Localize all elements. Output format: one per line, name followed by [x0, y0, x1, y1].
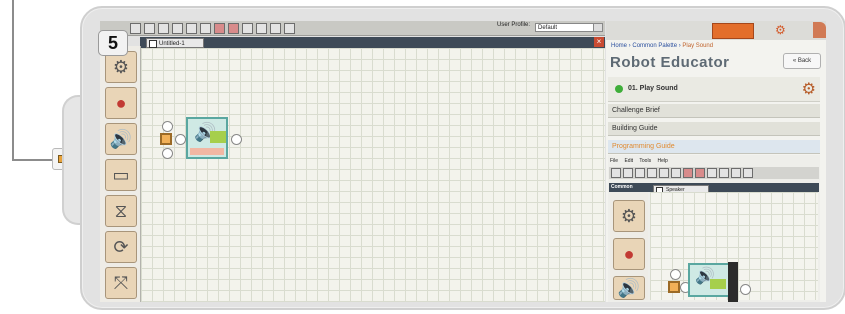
switch-block-icon[interactable]: ⤧: [105, 267, 137, 299]
mini-new-icon: [611, 168, 621, 178]
chevron-down-icon: [593, 24, 602, 31]
callout-line-vertical: [12, 0, 14, 160]
mini-open-icon: [623, 168, 633, 178]
open-icon[interactable]: [144, 22, 155, 34]
mini-output-port: [740, 284, 751, 295]
menu-file[interactable]: File: [610, 158, 618, 164]
breadcrumb-home[interactable]: Home: [611, 43, 627, 49]
building-guide-link[interactable]: Building Guide: [608, 122, 820, 136]
pan-icon[interactable]: [256, 22, 267, 34]
lesson-header: 01. Play Sound ⚙: [608, 77, 820, 102]
panel-title: Robot Educator: [610, 54, 730, 71]
mini-pointer-icon: [707, 168, 717, 178]
sequence-beam-port: [175, 134, 186, 145]
copy-icon[interactable]: [186, 22, 197, 34]
programming-guide-link[interactable]: Programming Guide: [608, 140, 820, 154]
mini-toolbar: [609, 167, 819, 179]
loop-block-icon[interactable]: ⟳: [105, 231, 137, 263]
sound-wave-icon: [210, 131, 226, 143]
programming-palette: ⚙ ● 🔊 ▭ ⧖ ⟳ ⤧: [100, 46, 141, 302]
breadcrumb-current: Play Sound: [682, 43, 714, 49]
tab-label: Untitled-1: [159, 41, 185, 47]
breadcrumb: Home › Common Palette › Play Sound: [611, 43, 713, 49]
undo-icon[interactable]: [214, 22, 225, 34]
sound-block-icon[interactable]: 🔊: [105, 123, 137, 155]
callout-line-horizontal: [12, 159, 54, 161]
mini-cursor-bar: [728, 262, 738, 302]
menu-tools[interactable]: Tools: [639, 158, 651, 164]
tab-untitled[interactable]: Untitled-1: [146, 38, 204, 48]
mini-custom-icon: [743, 168, 753, 178]
panel-corner-handle: [813, 22, 826, 38]
pointer-icon[interactable]: [242, 22, 253, 34]
sequence-port-top: [162, 121, 173, 132]
mini-tab-strip: [609, 183, 819, 192]
mini-pan-icon: [719, 168, 729, 178]
mini-sound-wave-icon: [710, 279, 726, 289]
back-button[interactable]: « Back: [783, 53, 821, 69]
close-document-button[interactable]: ×: [594, 37, 604, 47]
lesson-title: 01. Play Sound: [628, 85, 678, 92]
mini-palette-label: Common: [611, 184, 633, 190]
mini-copy-icon: [659, 168, 669, 178]
breadcrumb-palette[interactable]: Common Palette: [632, 43, 677, 49]
tab-robot-educator[interactable]: [712, 23, 754, 39]
cut-icon[interactable]: [172, 22, 183, 34]
mini-palette: ⚙ ● 🔊: [610, 192, 648, 300]
menu-edit[interactable]: Edit: [624, 158, 633, 164]
document-icon: [149, 40, 157, 48]
mini-menu-bar: File Edit Tools Help: [610, 158, 673, 164]
mini-record-block-icon: ●: [613, 238, 645, 270]
mini-cut-icon: [647, 168, 657, 178]
work-area-canvas[interactable]: [141, 48, 605, 302]
paste-icon[interactable]: [200, 22, 211, 34]
mini-undo-icon: [683, 168, 693, 178]
lesson-status-icon: [615, 85, 623, 93]
custom-palette-icon[interactable]: [284, 22, 295, 34]
mini-play-sound-block: 🔊: [688, 263, 730, 297]
tab-gear-icon[interactable]: ⚙: [775, 23, 797, 37]
mini-sound-block-icon: 🔊: [613, 276, 645, 300]
user-profile-select[interactable]: Default: [535, 23, 603, 32]
block-output-port: [231, 134, 242, 145]
redo-icon[interactable]: [228, 22, 239, 34]
mini-comment-icon: [731, 168, 741, 178]
mini-paste-icon: [671, 168, 681, 178]
user-profile-label: User Profile:: [497, 22, 531, 28]
program-start-block[interactable]: [160, 133, 172, 145]
mini-save-icon: [635, 168, 645, 178]
display-block-icon[interactable]: ▭: [105, 159, 137, 191]
user-profile-value: Default: [538, 25, 558, 31]
play-sound-block[interactable]: 🔊: [186, 117, 228, 159]
robot-arm-icon: ⚙: [801, 81, 816, 98]
mini-redo-icon: [695, 168, 705, 178]
mini-port-top: [670, 269, 681, 280]
mini-start-block: [668, 281, 680, 293]
comment-icon[interactable]: [270, 22, 281, 34]
step-badge: 5: [98, 30, 128, 56]
menu-help[interactable]: Help: [657, 158, 667, 164]
challenge-brief-link[interactable]: Challenge Brief: [608, 104, 820, 118]
save-icon[interactable]: [158, 22, 169, 34]
block-data-hub: [190, 148, 224, 155]
wait-block-icon[interactable]: ⧖: [105, 195, 137, 227]
sequence-port-bottom: [162, 148, 173, 159]
mini-move-block-icon: ⚙: [613, 200, 645, 232]
new-icon[interactable]: [130, 22, 141, 34]
record-play-block-icon[interactable]: ●: [105, 87, 137, 119]
document-tab-strip: [140, 37, 605, 48]
